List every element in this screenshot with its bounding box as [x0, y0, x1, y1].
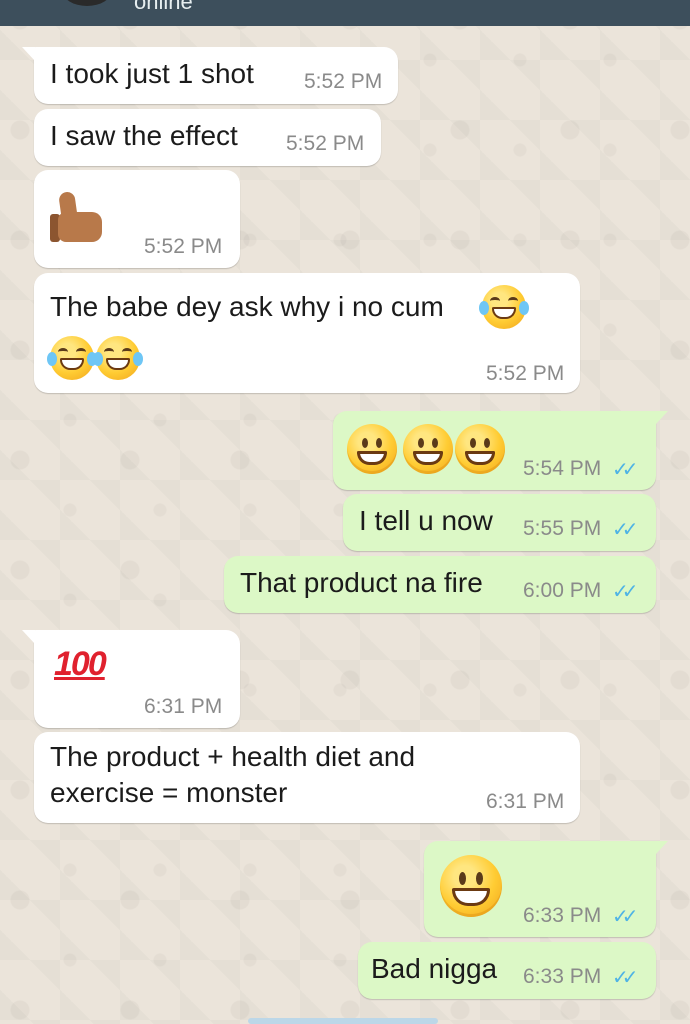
- message-text: The babe dey ask why i no cum: [50, 291, 444, 322]
- message-text: I saw the effect: [50, 120, 238, 151]
- message-incoming[interactable]: I saw the effect 5:52 PM: [34, 109, 381, 166]
- contact-avatar[interactable]: [62, 0, 112, 6]
- hundred-points-icon: 100: [54, 645, 107, 683]
- grin-emoji-icon: [403, 424, 453, 474]
- message-time: 6:31 PM: [144, 695, 223, 718]
- message-outgoing[interactable]: Bad nigga 6:33 PM ✓✓: [358, 942, 656, 999]
- message-time: 5:55 PM: [523, 517, 602, 540]
- message-outgoing[interactable]: I tell u now 5:55 PM ✓✓: [343, 494, 656, 551]
- message-incoming[interactable]: 100 6:31 PM: [22, 630, 240, 728]
- chat-header[interactable]: online: [0, 0, 690, 26]
- input-bar-edge: [248, 1018, 438, 1024]
- contact-status: online: [134, 0, 193, 14]
- message-time: 6:33 PM: [523, 904, 602, 927]
- message-text: I took just 1 shot: [50, 58, 254, 89]
- message-incoming[interactable]: 5:52 PM: [34, 170, 240, 268]
- message-text: I tell u now: [359, 505, 493, 536]
- double-check-icon: ✓✓: [612, 904, 638, 928]
- joy-emoji-icon: [479, 285, 529, 329]
- message-outgoing[interactable]: 5:54 PM ✓✓: [333, 411, 668, 490]
- message-time: 6:31 PM: [486, 790, 565, 813]
- double-check-icon: ✓✓: [612, 457, 638, 481]
- message-incoming[interactable]: I took just 1 shot 5:52 PM: [22, 47, 398, 104]
- double-check-icon: ✓✓: [612, 517, 638, 541]
- message-time: 6:33 PM: [523, 965, 602, 988]
- message-incoming[interactable]: The product + health diet and exercise =…: [34, 732, 580, 823]
- grin-emoji-icon: [455, 424, 505, 474]
- message-time: 6:00 PM: [523, 579, 602, 602]
- message-text: Bad nigga: [371, 953, 498, 984]
- double-check-icon: ✓✓: [612, 579, 638, 603]
- grin-emoji-icon: [347, 424, 397, 474]
- message-outgoing[interactable]: 6:33 PM ✓✓: [424, 841, 668, 937]
- thumbs-up-icon: [50, 186, 108, 246]
- message-text: The product + health diet and exercise =…: [50, 741, 416, 808]
- message-time: 5:54 PM: [523, 457, 602, 480]
- joy-emoji-icon: [93, 336, 143, 380]
- message-incoming[interactable]: The babe dey ask why i no cum 5:52 PM: [34, 273, 580, 393]
- double-check-icon: ✓✓: [612, 965, 638, 989]
- message-time: 5:52 PM: [144, 235, 223, 258]
- message-time: 5:52 PM: [286, 132, 365, 155]
- message-time: 5:52 PM: [486, 362, 565, 385]
- message-time: 5:52 PM: [304, 70, 383, 93]
- grin-emoji-icon: [440, 855, 502, 917]
- message-outgoing[interactable]: That product na fire 6:00 PM ✓✓: [224, 556, 656, 613]
- joy-emoji-icon: [47, 336, 97, 380]
- message-text: That product na fire: [240, 567, 483, 598]
